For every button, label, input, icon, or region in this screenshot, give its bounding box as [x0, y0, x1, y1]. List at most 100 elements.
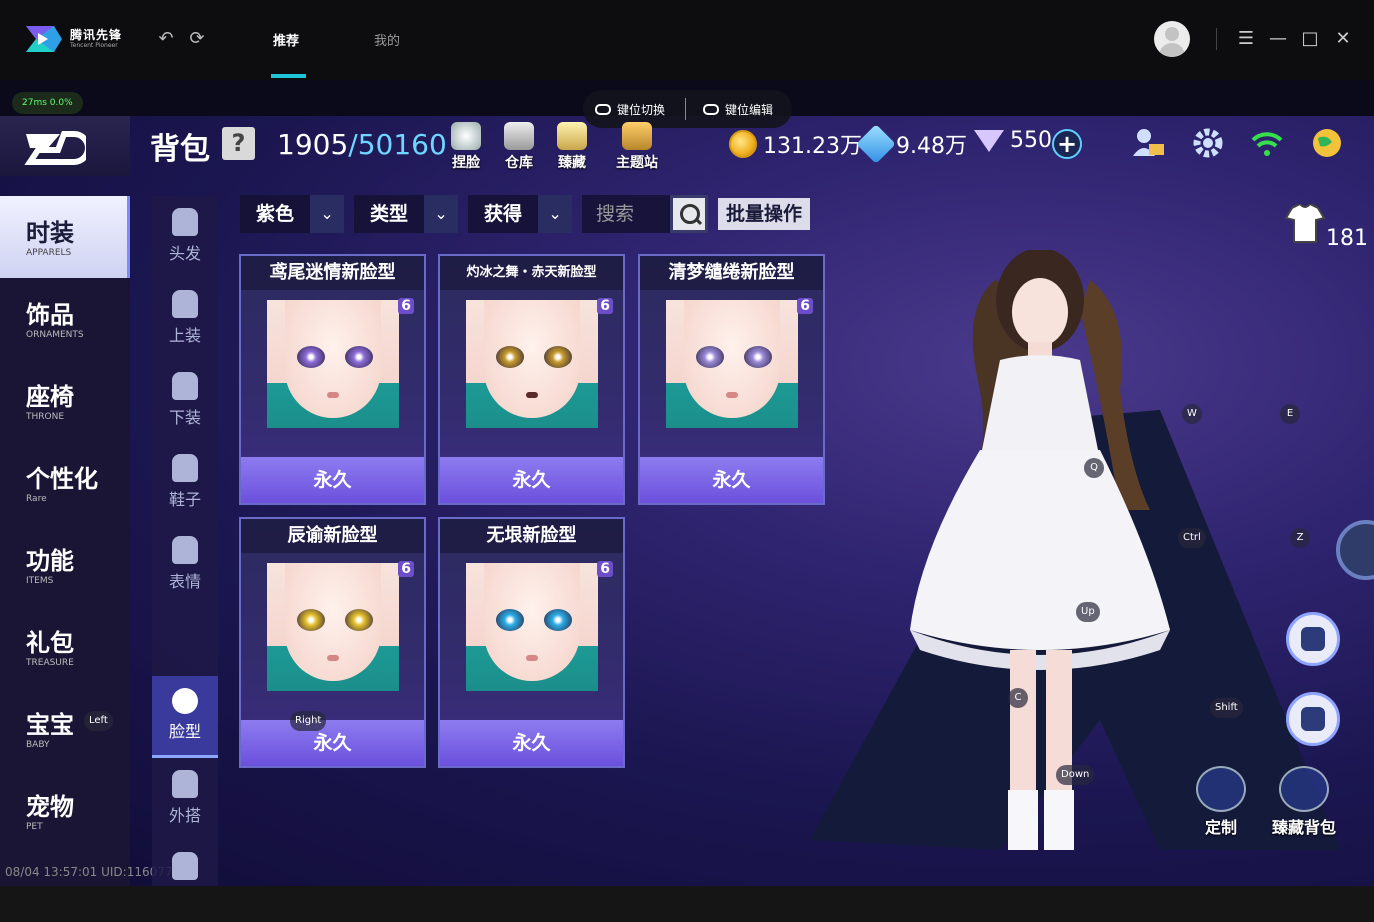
close-icon[interactable]: ✕ — [1333, 28, 1353, 50]
brand-logo-icon — [24, 22, 64, 56]
key-switch-button[interactable]: 键位切换 — [595, 101, 665, 118]
chevron-down-icon: ⌄ — [424, 195, 459, 233]
filter-bar: 紫色 ⌄ 类型 ⌄ 获得 ⌄ 搜索 批量操作 — [240, 195, 811, 233]
shirt-icon — [1284, 204, 1326, 243]
search-icon[interactable] — [670, 195, 709, 233]
gem-currency: 550 — [974, 128, 1052, 153]
settings-icon[interactable] — [1191, 126, 1225, 160]
subcategory-hair[interactable]: 头发 — [152, 196, 218, 278]
gamepad-icon — [703, 104, 719, 115]
chevron-down-icon: ⌄ — [538, 195, 573, 233]
item-card[interactable]: 辰谕新脸型 6 永久 — [239, 517, 426, 768]
duration-label: 永久 — [640, 457, 823, 503]
gender-swap-button[interactable] — [1286, 612, 1340, 666]
refresh-icon[interactable]: ⟳ — [186, 28, 208, 50]
subcategory-shoes[interactable]: 鞋子 — [152, 442, 218, 524]
key-hint-e: E — [1280, 404, 1300, 424]
globe-icon[interactable] — [1310, 126, 1344, 160]
item-card[interactable]: 鸢尾迷情新脸型 6 永久 — [239, 254, 426, 505]
collection-icon — [557, 122, 587, 150]
tab-recommend[interactable]: 推荐 — [273, 30, 299, 49]
outfit-slot-button[interactable] — [1286, 692, 1340, 746]
face-preview — [267, 300, 399, 428]
tab-mine[interactable]: 我的 — [374, 30, 400, 49]
collection-bag-icon — [1279, 766, 1329, 812]
duration-label: 永久 — [440, 457, 623, 503]
duration-label: 永久 — [241, 720, 424, 766]
custom-button[interactable]: 定制 — [1196, 766, 1246, 838]
item-card[interactable]: 无垠新脸型 6 永久 — [438, 517, 625, 768]
key-hint-shift: Shift — [1210, 698, 1243, 718]
chevron-down-icon: ⌄ — [310, 195, 345, 233]
menu-icon[interactable]: ☰ — [1236, 28, 1256, 50]
back-icon[interactable]: ↶ — [155, 28, 177, 50]
duration-label: 永久 — [241, 457, 424, 503]
level-badge: 6 — [597, 561, 613, 577]
blue-coin-icon — [856, 124, 896, 164]
bottom-strip — [0, 886, 1374, 922]
duration-label: 永久 — [440, 720, 623, 766]
gender-icon — [1301, 627, 1325, 651]
gold-currency: 131.23万 — [729, 128, 862, 160]
collection-button[interactable]: 臻藏 — [546, 122, 598, 172]
warehouse-button[interactable]: 仓库 — [493, 122, 545, 172]
character-model[interactable] — [800, 250, 1350, 886]
collection-bag-button[interactable]: 臻藏背包 — [1272, 766, 1336, 838]
key-hint-down: Down — [1056, 765, 1095, 785]
face-preview — [466, 563, 598, 691]
gold-coin-icon — [729, 130, 757, 158]
sidebar-item-rare[interactable]: 个性化 Rare — [0, 442, 130, 524]
friends-mail-icon[interactable] — [1131, 126, 1165, 160]
subcategory-face-shape[interactable]: 脸型 — [152, 676, 218, 758]
batch-operation-button[interactable]: 批量操作 — [718, 198, 811, 230]
minimize-icon[interactable]: — — [1268, 28, 1288, 50]
brand-name: 腾讯先锋 — [70, 28, 123, 42]
category-sidebar: 时装 APPARELS 饰品 ORNAMENTS 座椅 THRONE 个性化 Rare … — [0, 196, 130, 886]
key-hint-up: Up — [1076, 602, 1100, 622]
color-filter-dropdown[interactable]: 紫色 ⌄ — [240, 195, 345, 233]
wings-icon — [172, 770, 198, 798]
theme-station-button[interactable]: 主题站 — [611, 122, 663, 172]
game-logo — [0, 116, 130, 176]
key-edit-button[interactable]: 键位编辑 — [703, 101, 773, 118]
eye-color — [297, 346, 325, 368]
face-edit-icon — [451, 122, 481, 150]
item-card[interactable]: 清梦缱绻新脸型 6 永久 — [638, 254, 825, 505]
wifi-icon — [1250, 126, 1284, 160]
subcategory-outer[interactable]: 外搭 — [152, 758, 218, 840]
item-card[interactable]: 灼冰之舞・赤天新脸型 6 永久 — [438, 254, 625, 505]
face-edit-button[interactable]: 捏脸 — [440, 122, 492, 172]
sidebar-item-apparels[interactable]: 时装 APPARELS — [0, 196, 130, 278]
sidebar-item-throne[interactable]: 座椅 THRONE — [0, 360, 130, 442]
sidebar-item-pet[interactable]: 宠物 PET — [0, 770, 130, 852]
page-title: 背包 — [150, 132, 210, 167]
sidebar-item-treasure[interactable]: 礼包 TREASURE — [0, 606, 130, 688]
sidebar-item-ornaments[interactable]: 饰品 ORNAMENTS — [0, 278, 130, 360]
search-input[interactable]: 搜索 — [582, 195, 709, 233]
recharge-button[interactable]: + — [1052, 129, 1082, 159]
key-hint-q: Q — [1084, 458, 1104, 478]
subcategory-skin[interactable]: 皮肤 — [152, 840, 218, 886]
divider — [1216, 28, 1217, 50]
face-preview — [466, 300, 598, 428]
skin-icon — [172, 852, 198, 880]
app-title-bar: 腾讯先锋 Tencent Pioneer ↶ ⟳ 推荐 我的 ☰ — □ ✕ — [0, 0, 1374, 80]
gamepad-icon — [595, 104, 611, 115]
key-hint-right: Right — [290, 711, 327, 731]
maximize-icon[interactable]: □ — [1300, 28, 1320, 50]
avatar[interactable] — [1154, 21, 1190, 57]
subcategory-bottom[interactable]: 下装 — [152, 360, 218, 442]
type-filter-dropdown[interactable]: 类型 ⌄ — [354, 195, 459, 233]
key-hint-ctrl: Ctrl — [1178, 528, 1206, 548]
sidebar-item-baby[interactable]: 宝宝 BABY — [0, 688, 130, 770]
help-button[interactable]: ? — [222, 127, 255, 160]
sidebar-item-items[interactable]: 功能 ITEMS — [0, 524, 130, 606]
key-hint-z: Z — [1290, 528, 1310, 548]
game-viewport[interactable]: 27ms 0.0% 键位切换 键位编辑 背包 ? 1905/50160 捏脸 仓… — [0, 80, 1374, 886]
subcategory-top[interactable]: 上装 — [152, 278, 218, 360]
outfit-icon — [1301, 707, 1325, 731]
wardrobe-count[interactable]: 181 — [1284, 200, 1374, 256]
subcategory-expression[interactable]: 表情 — [152, 524, 218, 606]
key-hint-c: C — [1008, 688, 1028, 708]
source-filter-dropdown[interactable]: 获得 ⌄ — [468, 195, 573, 233]
